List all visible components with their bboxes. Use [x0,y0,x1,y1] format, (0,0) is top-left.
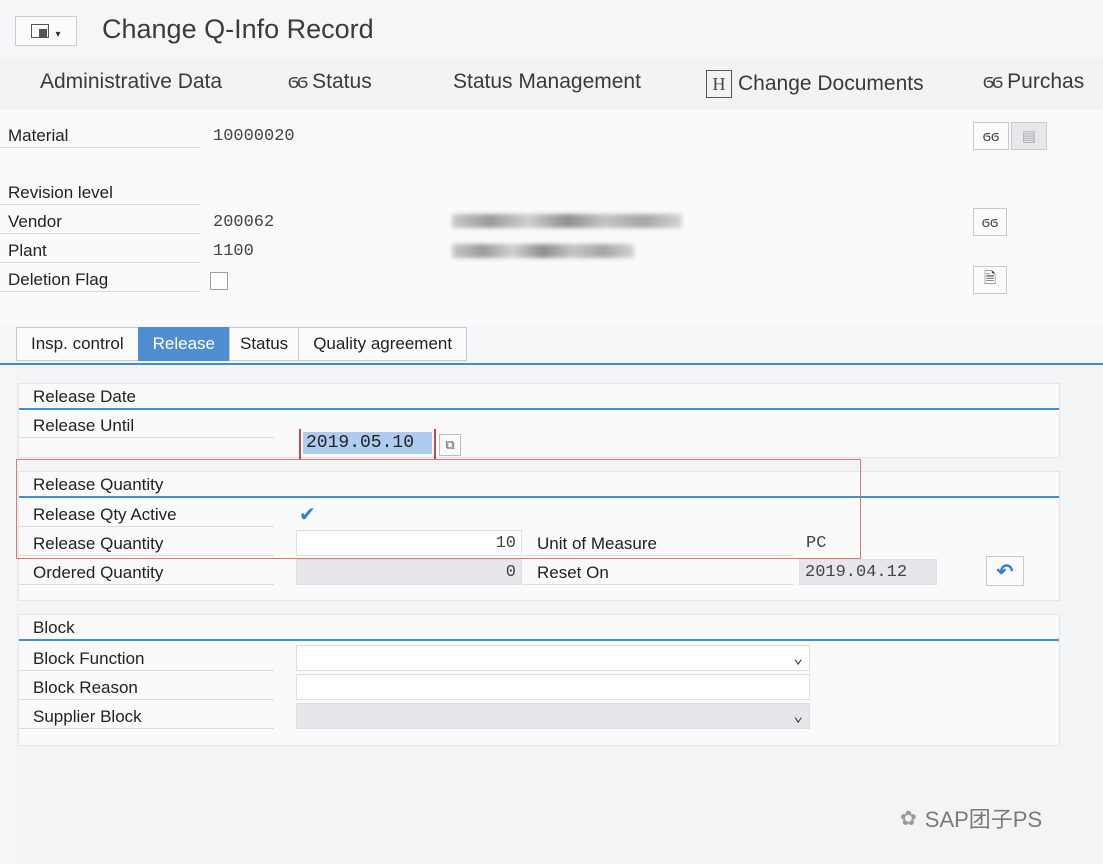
glasses-icon: ϭϭ [982,127,1000,145]
tab-strip: Insp. control Release Status Quality agr… [16,327,468,363]
block-function-select[interactable]: ⌄ [296,645,810,671]
release-date-title: Release Date [19,384,1059,410]
reset-undo-button[interactable]: ↶ [986,556,1024,586]
material-label: Material [0,126,200,148]
chevron-down-icon: ⌄ [793,708,803,726]
supplier-block-label: Supplier Block [19,705,274,729]
release-quantity-label: Release Quantity [19,532,274,556]
vendor-value: 200062 [213,213,275,232]
watermark-text: SAP团子PS [924,807,1043,832]
header-area: Material 10000020 ϭϭ ▤ Revision level Ve… [0,110,1103,325]
copy-icon: ▤ [1021,128,1037,145]
wechat-icon: ✿ [900,807,917,830]
date-picker-icon[interactable]: ⧉ [439,434,461,456]
block-reason-label: Block Reason [19,676,274,700]
document-button[interactable]: 🗎 [973,266,1007,294]
glasses-icon: ϭϭ [983,70,1003,93]
title-bar: ▾ Change Q-Info Record [0,0,1103,58]
unit-of-measure-label: Unit of Measure [523,532,793,556]
release-qty-active-label: Release Qty Active [19,503,274,527]
toolbar-label: Purchas [1007,70,1085,93]
toolbar-status-management[interactable]: Status Management [453,70,641,94]
toolbar-status[interactable]: ϭϭ Status [288,70,372,94]
document-edit-icon: 🗎 [983,269,997,287]
release-quantity-title: Release Quantity [19,472,1059,498]
material-copy-button[interactable]: ▤ [1011,122,1047,150]
tab-insp-control[interactable]: Insp. control [16,327,138,361]
supplier-block-select[interactable]: ⌄ [296,703,810,729]
plant-value: 1100 [213,242,254,261]
watermark: ✿ SAP团子PS [900,802,1042,834]
release-quantity-input[interactable]: 10 [296,530,522,556]
page-title: Change Q-Info Record [102,14,374,44]
ordered-quantity-field: 0 [296,559,522,585]
material-display-button[interactable]: ϭϭ [973,122,1009,150]
vendor-label: Vendor [0,212,200,234]
tab-status[interactable]: Status [228,327,299,361]
deletion-flag-checkbox[interactable] [210,272,228,290]
plant-label: Plant [0,241,200,263]
toolbar-change-documents[interactable]: H Change Documents [706,70,924,98]
deletion-flag-label: Deletion Flag [0,270,200,292]
undo-arrow-icon: ↶ [996,560,1014,583]
menu-icon [31,24,50,38]
dropdown-dot-icon: ▾ [55,29,61,40]
release-quantity-group: Release Quantity Release Qty Active ✔ Re… [18,471,1060,601]
toolbar-administrative-data[interactable]: Administrative Data [40,70,222,94]
block-group: Block Block Function ⌄ Block Reason Supp… [18,614,1060,746]
block-reason-input[interactable] [296,674,810,700]
release-date-group: Release Date Release Until 2019.05.10 ⧉ [18,383,1060,459]
toolbar-purchasing[interactable]: ϭϭ Purchas [983,70,1084,94]
tab-quality-agreement[interactable]: Quality agreement [298,327,468,361]
reset-on-label: Reset On [523,561,793,585]
vendor-display-button[interactable]: ϭϭ [973,208,1007,236]
unit-of-measure-value: PC [806,534,827,553]
history-h-icon: H [706,70,732,98]
block-function-label: Block Function [19,647,274,671]
release-tab-content: Release Date Release Until 2019.05.10 ⧉ … [16,365,1103,864]
material-value: 10000020 [213,127,295,146]
toolbar-label: Status Management [453,70,641,93]
plant-name-blurred [452,244,634,258]
application-toolbar: Administrative Data ϭϭ Status Status Man… [0,58,1103,110]
tab-release[interactable]: Release [137,327,229,361]
toolbar-label: Change Documents [738,72,924,95]
glasses-icon: ϭϭ [981,213,999,231]
toolbar-label: Status [312,70,372,93]
ordered-quantity-label: Ordered Quantity [19,561,274,585]
release-until-label: Release Until [19,414,274,438]
menu-button[interactable]: ▾ [15,16,77,46]
toolbar-label: Administrative Data [40,70,223,93]
block-title: Block [19,615,1059,641]
reset-on-field: 2019.04.12 [799,559,937,585]
release-until-input[interactable]: 2019.05.10 [299,429,436,459]
release-until-value: 2019.05.10 [303,432,432,454]
revision-label: Revision level [0,183,200,205]
glasses-icon: ϭϭ [288,70,308,93]
release-qty-active-checkbox[interactable]: ✔ [299,505,319,525]
vendor-name-blurred [452,214,682,228]
chevron-down-icon: ⌄ [793,650,803,668]
